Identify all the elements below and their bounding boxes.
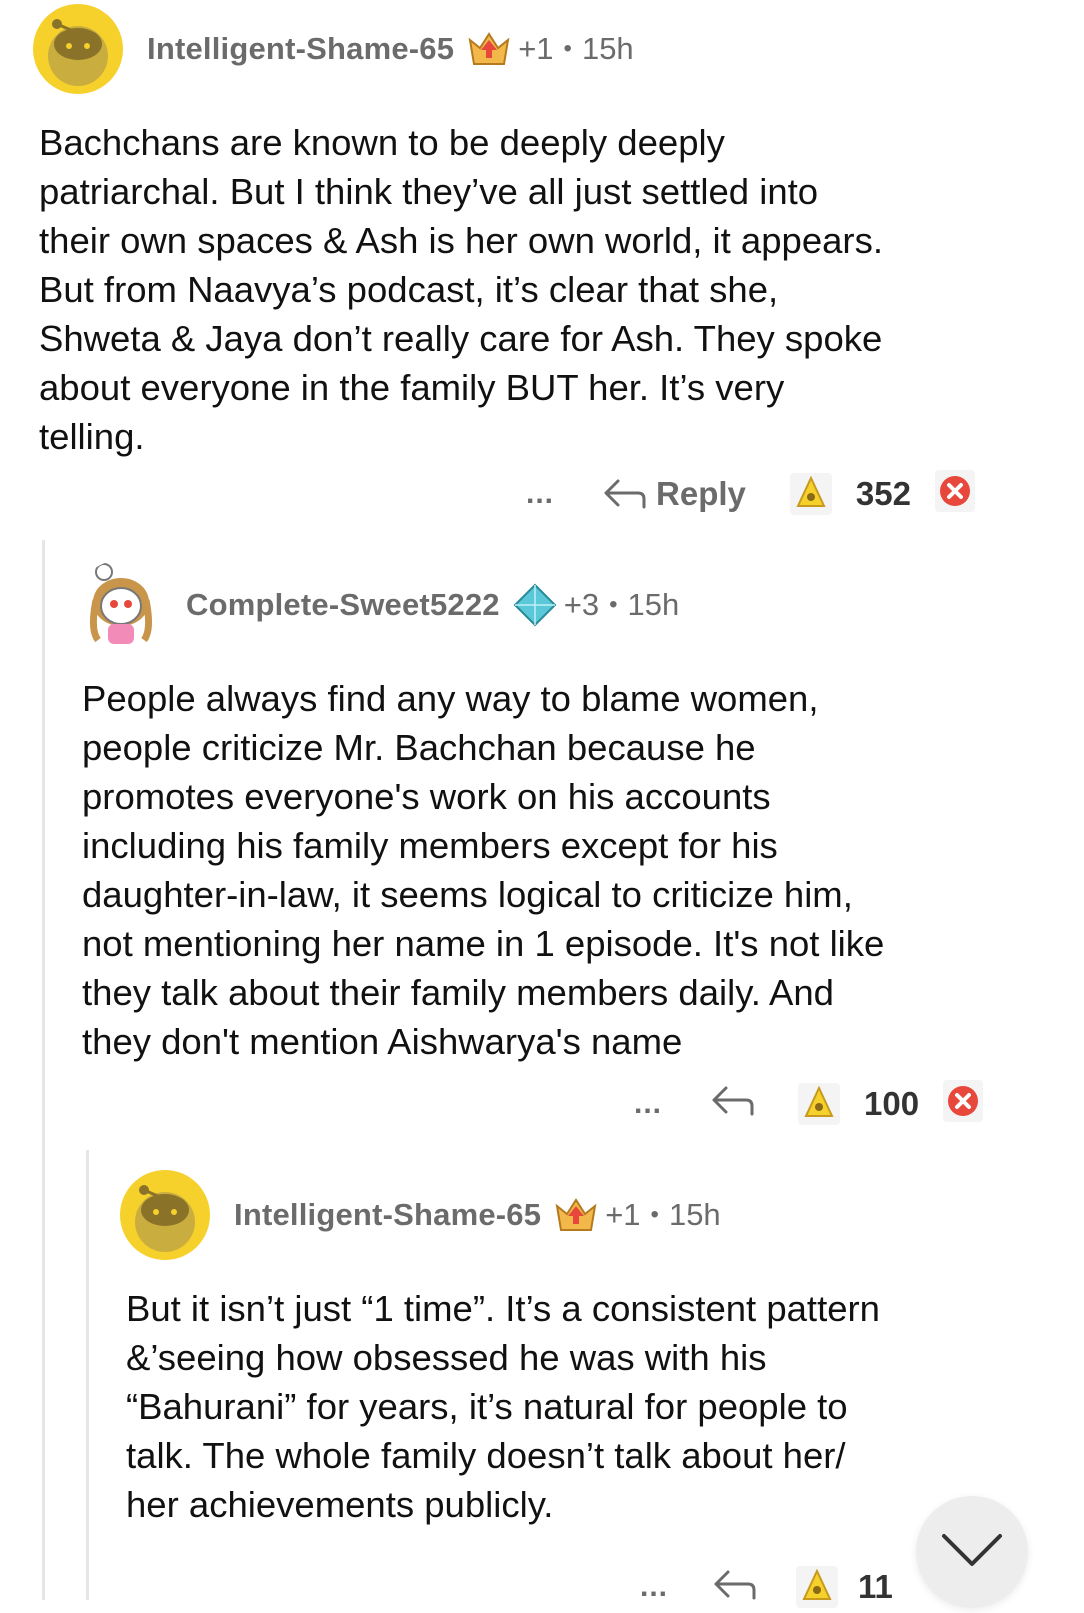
award-icon bbox=[804, 1085, 834, 1117]
crown-upvote-badge bbox=[468, 32, 510, 65]
timestamp: 15h bbox=[581, 31, 634, 66]
user-avatar[interactable] bbox=[76, 560, 166, 650]
crown-upvote-badge bbox=[555, 1198, 597, 1231]
comment-actions: ... Reply 352 bbox=[526, 470, 975, 517]
comment-body: People always find any way to blame wome… bbox=[82, 678, 885, 1062]
comment-body: Bachchans are known to be deeply deeply … bbox=[39, 122, 883, 457]
reply-arrow-icon bbox=[714, 1570, 756, 1599]
separator: • bbox=[609, 591, 618, 618]
comment: Complete-Sweet5222 +3 • 15h People alway… bbox=[76, 560, 1056, 1066]
more-options-button[interactable]: ... bbox=[526, 477, 554, 511]
more-options-button[interactable]: ... bbox=[640, 1570, 668, 1604]
comment: Intelligent-Shame-65 +1 • 15h But it isn… bbox=[120, 1170, 1060, 1529]
chevron-down-icon bbox=[942, 1534, 1002, 1566]
diamond-badge bbox=[513, 583, 557, 627]
timestamp: 15h bbox=[668, 1197, 721, 1232]
snoo-girl-avatar-icon bbox=[89, 563, 153, 644]
user-avatar[interactable] bbox=[120, 1170, 210, 1260]
scroll-down-button[interactable] bbox=[916, 1496, 1028, 1608]
comment-actions: ... 11 bbox=[640, 1566, 893, 1608]
award-button[interactable] bbox=[789, 472, 832, 515]
award-button[interactable] bbox=[796, 1566, 839, 1608]
more-options-button[interactable]: ... bbox=[634, 1087, 662, 1121]
award-icon bbox=[796, 475, 826, 507]
thread-line bbox=[86, 1150, 89, 1600]
reply-arrow-icon bbox=[604, 479, 646, 508]
reply-button[interactable] bbox=[712, 1568, 756, 1607]
snoo-avatar-icon bbox=[135, 1185, 195, 1252]
comment-header: Complete-Sweet5222 +3 • 15h bbox=[76, 560, 1056, 650]
comment-header: Intelligent-Shame-65 +1 • 15h bbox=[33, 4, 1053, 94]
username[interactable]: Complete-Sweet5222 bbox=[186, 587, 500, 623]
comment-body: But it isn’t just “1 time”. It’s a consi… bbox=[126, 1288, 880, 1525]
reply-arrow-icon bbox=[712, 1086, 754, 1116]
close-x-icon[interactable] bbox=[934, 470, 975, 517]
username[interactable]: Intelligent-Shame-65 bbox=[234, 1197, 541, 1233]
thread-line bbox=[42, 540, 45, 1600]
vote-count: 11 bbox=[858, 1568, 893, 1605]
separator: • bbox=[650, 1201, 659, 1228]
award-button[interactable] bbox=[798, 1082, 841, 1125]
reply-button[interactable]: Reply bbox=[602, 475, 746, 513]
award-count: +1 bbox=[605, 1197, 641, 1232]
username[interactable]: Intelligent-Shame-65 bbox=[147, 31, 454, 67]
award-count: +3 bbox=[563, 587, 600, 622]
comment-actions: ... 100 bbox=[634, 1080, 984, 1127]
timestamp: 15h bbox=[627, 587, 680, 622]
comment-header: Intelligent-Shame-65 +1 • 15h bbox=[120, 1170, 1060, 1260]
separator: • bbox=[563, 35, 572, 62]
close-x-icon[interactable] bbox=[943, 1080, 984, 1127]
snoo-avatar-icon bbox=[48, 19, 108, 86]
user-avatar[interactable] bbox=[33, 4, 123, 94]
vote-count: 100 bbox=[864, 1084, 920, 1122]
reply-label: Reply bbox=[656, 474, 746, 512]
comment: Intelligent-Shame-65 +1 • 15h Bachchans … bbox=[33, 4, 1053, 461]
award-count: +1 bbox=[518, 31, 554, 66]
reply-button[interactable] bbox=[710, 1084, 754, 1123]
vote-count: 352 bbox=[855, 474, 911, 512]
